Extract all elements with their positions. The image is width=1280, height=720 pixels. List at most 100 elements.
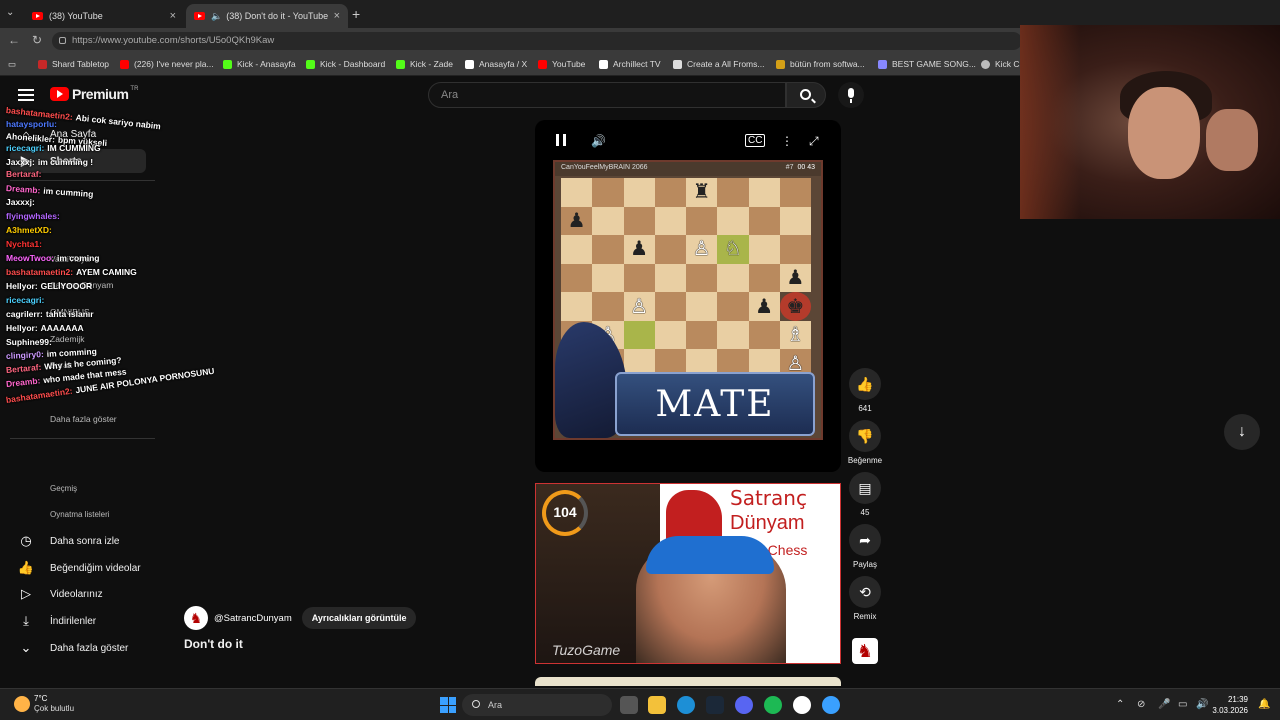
remix-icon: ⟲ [849, 576, 881, 608]
channel-icon[interactable]: ♞ [184, 606, 208, 630]
black-pawn-icon: ♟ [755, 295, 774, 318]
channel-avatar[interactable]: ♞ [852, 638, 878, 664]
more-options-icon[interactable]: ⋮ [781, 134, 793, 148]
edge-icon[interactable] [677, 696, 695, 714]
sidebar-item-show-more[interactable]: ⌄ Daha fazla göster [10, 636, 146, 660]
youtube-logo[interactable]: Premium TR [50, 86, 138, 102]
subscription-item[interactable]: OMNIBUS [50, 307, 90, 317]
globe-icon [981, 59, 990, 69]
bookmarks-menu-icon[interactable]: ▭ [8, 59, 16, 70]
board-square [748, 206, 780, 236]
bookmark[interactable]: BEST GAME SONG... [878, 59, 976, 69]
bookmark[interactable]: Shard Tabletop [38, 59, 109, 69]
network-off-icon[interactable]: ⊘ [1137, 699, 1145, 710]
black-pawn-icon: ♟ [786, 266, 805, 289]
subscription-item[interactable]: VaatiVidya [50, 254, 90, 264]
menu-icon[interactable] [18, 89, 34, 101]
voice-search-icon[interactable] [838, 82, 864, 108]
sidebar-item-shorts[interactable]: ▶ Shorts [10, 149, 146, 173]
pause-icon[interactable] [556, 134, 566, 146]
join-button[interactable]: Ayrıcalıkları görüntüle [301, 607, 417, 629]
fullscreen-icon[interactable]: ⤢ [809, 134, 819, 149]
bookmark[interactable]: Kick Ch [981, 59, 1024, 69]
white-knight-icon: ♘ [723, 238, 742, 261]
reload-icon[interactable]: ↻ [32, 33, 42, 47]
bookmark[interactable]: Kick - Anasayfa [223, 59, 296, 69]
display-icon[interactable]: ▭ [1178, 699, 1187, 710]
bookmark[interactable]: YouTube [538, 59, 585, 69]
chess-rank: #7 [785, 164, 794, 171]
site-info-icon[interactable] [59, 37, 66, 44]
browser-tab-youtube[interactable]: (38) YouTube × [24, 4, 184, 28]
bookmark-favicon-icon [599, 59, 608, 69]
sidebar-item-watch-later[interactable]: ◷ Daha sonra izle [10, 529, 146, 553]
subscription-item[interactable]: Burak [50, 360, 72, 370]
microphone-icon[interactable]: 🎤 [1158, 699, 1170, 710]
divider [10, 180, 155, 181]
black-rook-icon: ♜ [692, 181, 711, 204]
subscriptions-show-more[interactable]: Daha fazla göster [50, 414, 117, 424]
app-icon[interactable] [822, 696, 840, 714]
back-icon[interactable]: ← [8, 33, 20, 47]
board-square: ♟ [623, 235, 655, 264]
new-tab-icon[interactable]: + [352, 6, 360, 22]
sidebar-item-playlists[interactable]: Oynatma listeleri [50, 510, 110, 519]
task-view-icon[interactable] [620, 696, 638, 714]
sidebar-item-history[interactable]: Geçmiş [50, 484, 77, 493]
volume-icon[interactable]: 🔊 [1196, 699, 1208, 710]
subscription-item[interactable]: Zademijk [50, 334, 84, 344]
file-explorer-icon[interactable] [648, 696, 666, 714]
bookmark[interactable]: Anasayfa / X [465, 59, 527, 69]
bookmark[interactable]: Create a All Froms... [673, 59, 764, 69]
divider [10, 438, 155, 439]
close-tab-icon[interactable]: × [170, 10, 176, 22]
share-button[interactable]: ➦ Paylaş [845, 524, 885, 569]
channel-handle[interactable]: @SatrancDunyam [214, 613, 292, 624]
bookmark[interactable]: (226) I've never pla... [120, 59, 214, 69]
shorts-player[interactable]: 🔊 CC ⋮ ⤢ CanYouFeelMyBRAIN 2066 #7 00 43… [535, 120, 841, 472]
next-short-preview[interactable] [535, 677, 841, 686]
player-controls: 🔊 CC ⋮ ⤢ [535, 120, 841, 160]
sidebar-item-downloads[interactable]: ⤓ İndirilenler [10, 609, 146, 633]
like-button[interactable]: 👍 641 [845, 368, 885, 413]
sidebar-item-home[interactable]: ⌂ Ana Sayfa [10, 122, 146, 146]
search-icon [800, 89, 811, 100]
system-clock[interactable]: 21:39 3.03.2026 [1212, 694, 1248, 716]
browser-tab-dont-do-it[interactable]: 🔈 (38) Don't do it - YouTube × [186, 4, 348, 28]
search-button[interactable] [786, 82, 826, 108]
black-pawn-icon: ♟ [630, 238, 649, 261]
windows-start-icon[interactable] [440, 697, 456, 713]
unreal-icon[interactable] [793, 696, 811, 714]
notification-icon[interactable]: 🔔 [1258, 699, 1270, 710]
subscription-item[interactable]: Satranç Dünyam [50, 280, 113, 290]
bookmark[interactable]: Kick - Zade [396, 59, 453, 69]
webcam-light [1020, 25, 1080, 219]
spotify-icon[interactable] [764, 696, 782, 714]
bookmark[interactable]: Archillect TV [599, 59, 661, 69]
comments-button[interactable]: ▤ 45 [845, 472, 885, 517]
board-square [748, 235, 780, 264]
weather-widget[interactable]: 7°C Çok bulutlu [14, 694, 74, 714]
home-icon: ⌂ [22, 126, 30, 142]
short-title[interactable]: Don't do it [184, 637, 243, 651]
share-icon: ➦ [849, 524, 881, 556]
search-input[interactable]: Ara [428, 82, 786, 108]
next-short-button[interactable]: ↓ [1224, 414, 1260, 450]
bookmark[interactable]: bütün from softwa... [776, 59, 865, 69]
dislike-button[interactable]: 👎 Beğenme [845, 420, 885, 465]
discord-icon[interactable] [735, 696, 753, 714]
bookmark[interactable]: Kick - Dashboard [306, 59, 385, 69]
steam-icon[interactable] [706, 696, 724, 714]
tab-search-icon[interactable]: ⌄ [6, 7, 14, 18]
speaker-icon[interactable]: 🔈 [211, 11, 222, 22]
comment-count: 45 [860, 508, 870, 517]
taskbar-search-input[interactable]: Ara [462, 694, 612, 716]
sidebar-item-liked-videos[interactable]: 👍 Beğendiğim videolar [10, 556, 146, 580]
remix-button[interactable]: ⟲ Remix [845, 576, 885, 621]
address-bar[interactable]: https://www.youtube.com/shorts/U5o0QKh9K… [52, 32, 1022, 50]
sidebar-item-your-videos[interactable]: ▷ Videolarınız [10, 582, 146, 606]
chevron-up-icon[interactable]: ⌃ [1116, 699, 1124, 710]
captions-icon[interactable]: CC [745, 134, 766, 147]
close-tab-icon[interactable]: × [334, 10, 340, 22]
volume-icon[interactable]: 🔊 [591, 134, 606, 148]
